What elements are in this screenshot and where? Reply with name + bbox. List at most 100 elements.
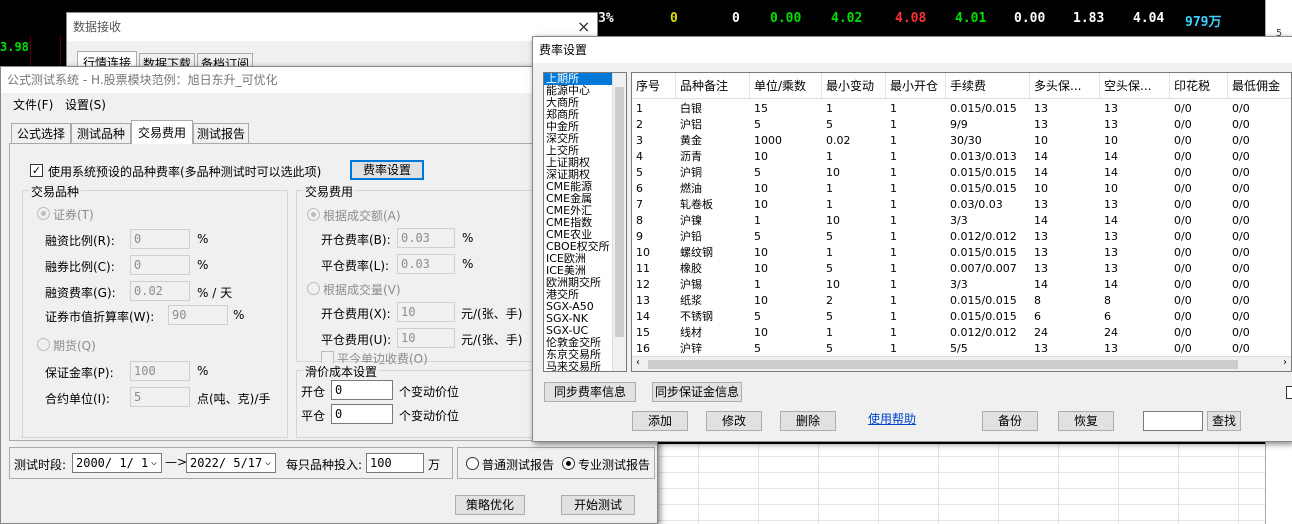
- table-cell: 1: [890, 198, 897, 211]
- invest-input[interactable]: 100: [366, 453, 424, 473]
- table-row[interactable]: 15 线材 10 1 1 0.012/0.012 24 24 0/0 0/0: [632, 325, 1291, 341]
- table-cell: 14: [1034, 278, 1048, 291]
- column-header[interactable]: 品种备注: [676, 73, 750, 99]
- market-list[interactable]: 上期所 能源中心 大商所 郑商所 中金所 深交所 上交所 上证期权 深证期权 CME能源 CME金属…: [543, 72, 627, 372]
- column-header[interactable]: 最小开仓: [886, 73, 946, 99]
- slippage-open-unit: 个变动价位: [399, 385, 460, 399]
- table-row[interactable]: 5 沪铜 5 10 1 0.015/0.015 14 14 0/0 0/0: [632, 165, 1291, 181]
- pro-report-radio[interactable]: [562, 457, 575, 470]
- table-row[interactable]: 13 纸浆 10 2 1 0.015/0.015 8 8 0/0 0/0: [632, 293, 1291, 309]
- market-discount-input[interactable]: 90: [168, 305, 228, 325]
- column-header[interactable]: 手续费: [946, 73, 1030, 99]
- table-row[interactable]: 16 沪锌 5 5 1 5/5 13 13 0/0 0/0: [632, 341, 1291, 357]
- table-row[interactable]: 6 燃油 10 1 1 0.015/0.015 10 10 0/0 0/0: [632, 181, 1291, 197]
- slippage-open-input[interactable]: 0: [331, 380, 393, 400]
- table-cell: 10: [754, 326, 768, 339]
- end-date-picker[interactable]: 2022/ 5/17 ⌵: [186, 453, 276, 473]
- tab-trade-fee[interactable]: 交易费用: [131, 120, 193, 144]
- table-cell: 3: [636, 134, 643, 147]
- chevron-left-icon[interactable]: ‹: [636, 357, 640, 368]
- table-row[interactable]: 10 螺纹钢 10 1 1 0.015/0.015 13 13 0/0 0/0: [632, 245, 1291, 261]
- table-cell: 5: [754, 166, 761, 179]
- close-rate-pct: %: [462, 257, 474, 271]
- column-header[interactable]: 单位/乘数: [750, 73, 822, 99]
- table-row[interactable]: 4 沥青 10 1 1 0.013/0.013 14 14 0/0 0/0: [632, 149, 1291, 165]
- close-fee-input[interactable]: 10: [397, 328, 455, 348]
- open-fee-input[interactable]: 10: [397, 302, 455, 322]
- column-header[interactable]: 序号: [632, 73, 676, 99]
- close-rate-input[interactable]: 0.03: [397, 254, 455, 274]
- rate-settings-button[interactable]: 费率设置: [350, 160, 424, 180]
- tab-test-variety[interactable]: 测试品种: [71, 123, 131, 143]
- table-row[interactable]: 1 白银 15 1 1 0.015/0.015 13 13 0/0 0/0: [632, 101, 1291, 117]
- table-row[interactable]: 14 不锈钢 5 5 1 0.015/0.015 6 6 0/0 0/0: [632, 309, 1291, 325]
- search-button[interactable]: 查找: [1207, 411, 1241, 431]
- normal-report-radio[interactable]: [466, 457, 479, 470]
- short-ratio-input[interactable]: 0: [130, 255, 190, 275]
- side-checkbox[interactable]: [1286, 386, 1292, 399]
- table-cell: 0/0: [1232, 118, 1250, 131]
- margin-ratio-input[interactable]: 0: [130, 229, 190, 249]
- scrollbar-thumb[interactable]: [615, 87, 624, 337]
- open-fee-unit: 元/(张、手): [461, 307, 523, 321]
- chevron-down-icon[interactable]: ⌵: [265, 454, 271, 472]
- chevron-down-icon[interactable]: ⌵: [151, 454, 157, 472]
- margin-rate-input[interactable]: 0.02: [130, 281, 190, 301]
- table-cell: 0.02: [826, 134, 851, 147]
- by-amount-radio[interactable]: [307, 208, 320, 221]
- sync-rate-button[interactable]: 同步费率信息: [544, 382, 636, 402]
- table-row[interactable]: 9 沪铅 5 5 1 0.012/0.012 13 13 0/0 0/0: [632, 229, 1291, 245]
- chevron-right-icon[interactable]: ›: [1283, 357, 1287, 368]
- futures-radio[interactable]: [37, 338, 50, 351]
- delete-button[interactable]: 删除: [780, 411, 836, 431]
- column-header[interactable]: 最小变动: [822, 73, 886, 99]
- start-date-picker[interactable]: 2000/ 1/ 1 ⌵: [72, 453, 162, 473]
- scrollbar-thumb[interactable]: [648, 360, 1238, 369]
- deposit-rate-input[interactable]: 100: [130, 361, 190, 381]
- table-cell: 14: [1034, 214, 1048, 227]
- column-header[interactable]: 印花税: [1170, 73, 1228, 99]
- column-header[interactable]: 空头保...: [1100, 73, 1170, 99]
- table-cell: 1: [754, 214, 761, 227]
- table-row[interactable]: 2 沪铝 5 5 1 9/9 13 13 0/0 0/0: [632, 117, 1291, 133]
- help-link[interactable]: 使用帮助: [868, 410, 916, 427]
- table-cell: 0.03/0.03: [950, 198, 1003, 211]
- table-cell: 13: [1034, 262, 1048, 275]
- restore-button[interactable]: 恢复: [1058, 411, 1114, 431]
- table-row[interactable]: 11 橡胶 10 5 1 0.007/0.007 13 13 0/0 0/0: [632, 261, 1291, 277]
- contract-unit-input[interactable]: 5: [130, 387, 190, 407]
- sync-deposit-button[interactable]: 同步保证金信息: [652, 382, 742, 402]
- menu-file[interactable]: 文件(F): [13, 96, 53, 113]
- test-period-label: 测试时段:: [14, 458, 67, 472]
- table-cell: 13: [1104, 246, 1118, 259]
- slippage-close-input[interactable]: 0: [331, 404, 393, 424]
- close-icon[interactable]: ×: [577, 17, 590, 36]
- table-row[interactable]: 12 沪锡 1 10 1 3/3 14 14 0/0 0/0: [632, 277, 1291, 293]
- quote-pct: 3%: [598, 11, 614, 26]
- use-system-rate-checkbox[interactable]: ✓: [30, 164, 43, 177]
- table-cell: 1: [826, 198, 833, 211]
- optimize-button[interactable]: 策略优化: [455, 495, 525, 515]
- security-radio[interactable]: [37, 207, 50, 220]
- backup-button[interactable]: 备份: [982, 411, 1038, 431]
- add-button[interactable]: 添加: [632, 411, 688, 431]
- menu-settings[interactable]: 设置(S): [65, 96, 106, 113]
- by-volume-radio[interactable]: [307, 282, 320, 295]
- data-receive-title: 数据接收: [73, 20, 122, 34]
- table-row[interactable]: 3 黄金 1000 0.02 1 30/30 10 10 0/0 0/0: [632, 133, 1291, 149]
- open-rate-input[interactable]: 0.03: [397, 228, 455, 248]
- table-row[interactable]: 7 轧卷板 10 1 1 0.03/0.03 13 13 0/0 0/0: [632, 197, 1291, 213]
- market-list-scrollbar[interactable]: [612, 73, 626, 371]
- modify-button[interactable]: 修改: [706, 411, 762, 431]
- rate-table-hscrollbar[interactable]: ‹ ›: [632, 356, 1291, 371]
- rate-table[interactable]: 序号 品种备注 单位/乘数 最小变动 最小开仓 手续费 多头保... 空头保... 印花税 最低佣…: [631, 72, 1292, 372]
- tab-test-report[interactable]: 测试报告: [193, 123, 249, 143]
- tab-formula-select[interactable]: 公式选择: [11, 123, 71, 143]
- start-test-button[interactable]: 开始测试: [561, 495, 635, 515]
- table-cell: 14: [1034, 166, 1048, 179]
- table-row[interactable]: 8 沪镍 1 10 1 3/3 14 14 0/0 0/0: [632, 213, 1291, 229]
- search-input[interactable]: [1143, 411, 1203, 431]
- column-header[interactable]: 多头保...: [1030, 73, 1100, 99]
- column-header[interactable]: 最低佣金: [1228, 73, 1291, 99]
- table-cell: 白银: [680, 102, 702, 115]
